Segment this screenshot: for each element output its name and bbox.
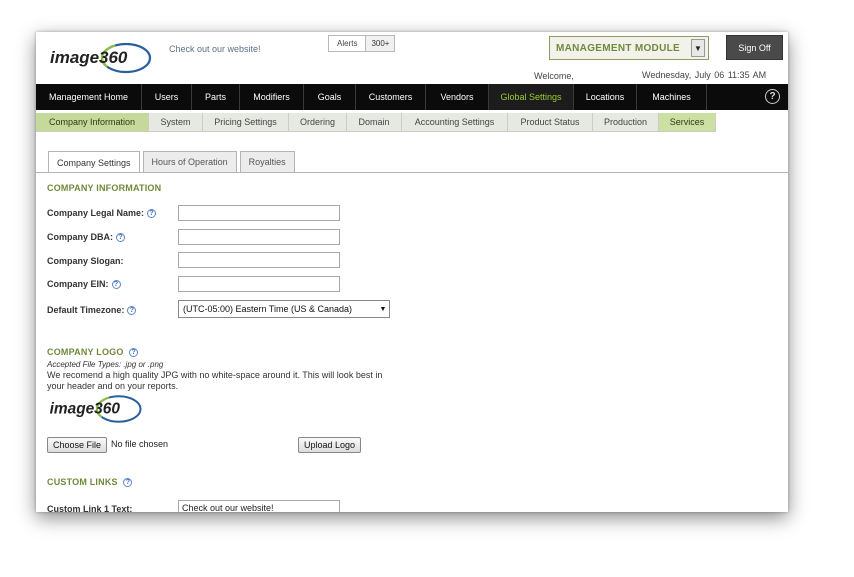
svg-text:360: 360 bbox=[94, 401, 120, 418]
help-icon[interactable]: ? bbox=[129, 348, 139, 358]
brand-logo[interactable]: image 360 bbox=[46, 38, 156, 78]
default-timezone-select[interactable]: (UTC-05:00) Eastern Time (US & Canada) ▼ bbox=[178, 300, 390, 318]
alerts-label: Alerts bbox=[337, 39, 358, 48]
nav-customers[interactable]: Customers bbox=[356, 84, 426, 110]
company-slogan-input[interactable] bbox=[178, 252, 340, 268]
nav-locations[interactable]: Locations bbox=[574, 84, 637, 110]
tab-divider bbox=[36, 172, 788, 173]
svg-text:360: 360 bbox=[99, 48, 128, 67]
subnav-system[interactable]: System bbox=[149, 113, 203, 131]
subnav-company-information[interactable]: Company Information bbox=[36, 113, 149, 131]
tab-royalties[interactable]: Royalties bbox=[239, 151, 295, 172]
nav-parts[interactable]: Parts bbox=[192, 84, 240, 110]
settings-tabs: Company Settings Hours of Operation Roya… bbox=[48, 151, 295, 173]
subnav-production[interactable]: Production bbox=[593, 113, 659, 131]
accepted-file-types: Accepted File Types: .jpg or .png bbox=[47, 360, 164, 369]
subnav-services[interactable]: Services bbox=[659, 113, 716, 131]
welcome-text: Welcome, bbox=[534, 71, 574, 81]
module-select-value: MANAGEMENT MODULE bbox=[556, 42, 680, 54]
subnav-ordering[interactable]: Ordering bbox=[289, 113, 347, 131]
nav-vendors[interactable]: Vendors bbox=[426, 84, 489, 110]
module-select[interactable]: MANAGEMENT MODULE ▼ bbox=[549, 36, 709, 60]
timezone-label: Default Timezone: ? bbox=[47, 305, 137, 315]
company-dba-input[interactable] bbox=[178, 229, 340, 245]
dba-label: Company DBA: ? bbox=[47, 232, 126, 242]
app-window: image 360 Check out our website! Alerts … bbox=[36, 32, 788, 512]
help-icon[interactable]: ? bbox=[147, 208, 157, 218]
current-datetime: Wednesday, July 06 11:35 AM bbox=[642, 70, 767, 80]
nav-management-home[interactable]: Management Home bbox=[36, 84, 142, 110]
ein-label: Company EIN: ? bbox=[47, 279, 121, 289]
nav-goals[interactable]: Goals bbox=[304, 84, 356, 110]
main-nav: Management Home Users Parts Modifiers Go… bbox=[36, 84, 788, 110]
company-legal-name-input[interactable] bbox=[178, 205, 340, 221]
chevron-down-icon: ▼ bbox=[379, 305, 387, 313]
choose-file-button[interactable]: Choose File bbox=[47, 437, 108, 453]
legal-name-label: Company Legal Name: ? bbox=[47, 208, 157, 218]
custom-link-1-input[interactable] bbox=[178, 500, 340, 512]
svg-text:image: image bbox=[50, 48, 99, 67]
help-icon[interactable]: ? bbox=[123, 478, 133, 488]
help-icon[interactable]: ? bbox=[765, 89, 780, 104]
svg-text:image: image bbox=[50, 401, 95, 418]
sign-off-button[interactable]: Sign Off bbox=[726, 35, 783, 60]
nav-modifiers[interactable]: Modifiers bbox=[240, 84, 304, 110]
upload-logo-button[interactable]: Upload Logo bbox=[298, 437, 362, 453]
company-ein-input[interactable] bbox=[178, 276, 340, 292]
subnav-accounting-settings[interactable]: Accounting Settings bbox=[402, 113, 508, 131]
subnav-domain[interactable]: Domain bbox=[347, 113, 402, 131]
alerts-count-badge: 300+ bbox=[365, 36, 395, 51]
no-file-chosen-text: No file chosen bbox=[111, 439, 169, 449]
chevron-down-icon[interactable]: ▼ bbox=[691, 39, 705, 57]
company-logo-preview: image 360 bbox=[46, 390, 146, 428]
tab-hours-of-operation[interactable]: Hours of Operation bbox=[142, 151, 237, 172]
help-icon[interactable]: ? bbox=[116, 232, 126, 242]
custom-link-1-label: Custom Link 1 Text: bbox=[47, 504, 133, 512]
slogan-label: Company Slogan: bbox=[47, 256, 124, 266]
help-icon[interactable]: ? bbox=[111, 279, 121, 289]
alerts-button[interactable]: Alerts 300+ bbox=[328, 35, 396, 52]
nav-machines[interactable]: Machines bbox=[637, 84, 707, 110]
sub-nav: Company Information System Pricing Setti… bbox=[36, 113, 716, 132]
logo-recommendation: We recomend a high quality JPG with no w… bbox=[47, 370, 383, 391]
nav-users[interactable]: Users bbox=[142, 84, 192, 110]
company-information-heading: COMPANY INFORMATION bbox=[47, 183, 162, 193]
custom-links-heading: CUSTOM LINKS ? bbox=[47, 477, 133, 488]
subnav-product-status[interactable]: Product Status bbox=[508, 113, 593, 131]
timezone-value: (UTC-05:00) Eastern Time (US & Canada) bbox=[183, 304, 353, 314]
subnav-pricing-settings[interactable]: Pricing Settings bbox=[203, 113, 289, 131]
tab-company-settings[interactable]: Company Settings bbox=[48, 151, 140, 173]
nav-global-settings[interactable]: Global Settings bbox=[489, 84, 574, 110]
help-icon[interactable]: ? bbox=[127, 305, 137, 315]
company-logo-heading: COMPANY LOGO ? bbox=[47, 347, 139, 358]
website-link[interactable]: Check out our website! bbox=[169, 44, 261, 54]
